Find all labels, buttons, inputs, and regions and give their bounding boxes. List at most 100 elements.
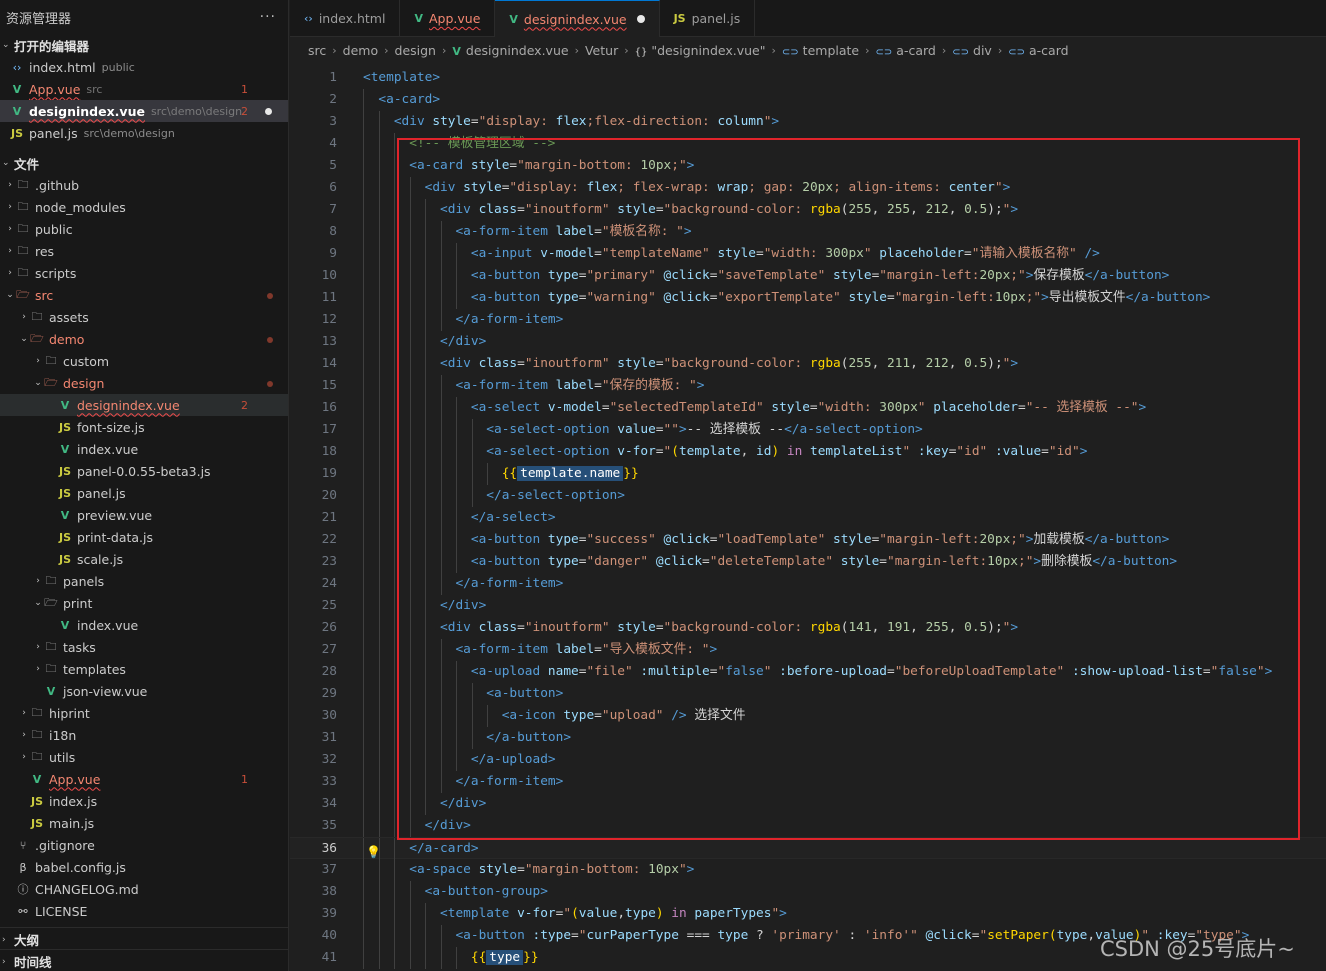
file-tree-item[interactable]: › 🗀 utils (0, 746, 288, 768)
code-line[interactable]: 12 </a-form-item> (290, 309, 1326, 331)
code-line[interactable]: 28 <a-upload name="file" :multiple="fals… (290, 661, 1326, 683)
breadcrumb-item[interactable]: design (395, 43, 436, 58)
code-line[interactable]: 35 </div> (290, 815, 1326, 837)
file-tree-item[interactable]: ⓘ CHANGELOG.md (0, 878, 288, 900)
code-line[interactable]: 11 <a-button type="warning" @click="expo… (290, 287, 1326, 309)
code-line[interactable]: 30 <a-icon type="upload" /> 选择文件 (290, 705, 1326, 727)
file-tree-item[interactable]: › 🗀 node_modules (0, 196, 288, 218)
code-line[interactable]: 1 <template> (290, 67, 1326, 89)
file-tree-item[interactable]: › 🗀 tasks (0, 636, 288, 658)
file-tree-item[interactable]: Vjson-view.vue (0, 680, 288, 702)
code-line[interactable]: 33 </a-form-item> (290, 771, 1326, 793)
code-line[interactable]: 13 </div> (290, 331, 1326, 353)
file-tree-item[interactable]: V App.vue 1 (0, 768, 288, 790)
code-line[interactable]: 6 <div style="display: flex; flex-wrap: … (290, 177, 1326, 199)
file-tree-item[interactable]: ⌄ 🗁 print (0, 592, 288, 614)
code-line[interactable]: 25 </div> (290, 595, 1326, 617)
code-line[interactable]: 24 </a-form-item> (290, 573, 1326, 595)
code-line[interactable]: 27 <a-form-item label="导入模板文件: "> (290, 639, 1326, 661)
file-tree-item[interactable]: Vpreview.vue (0, 504, 288, 526)
file-tree-item[interactable]: JS print-data.js (0, 526, 288, 548)
file-tree-item[interactable]: β babel.config.js (0, 856, 288, 878)
file-tree-item[interactable]: › 🗀 .github (0, 174, 288, 196)
file-tree-item[interactable]: › 🗀 custom (0, 350, 288, 372)
breadcrumb-item[interactable]: {} "designindex.vue" (635, 43, 766, 58)
code-line[interactable]: 9 <a-input v-model="templateName" style=… (290, 243, 1326, 265)
code-line[interactable]: 14 <div class="inoutform" style="backgro… (290, 353, 1326, 375)
open-editors-section[interactable]: ⌄ 打开的编辑器 (0, 34, 288, 56)
editor-tab[interactable]: ‹› index.html (290, 0, 401, 37)
code-line[interactable]: 18 <a-select-option v-for="(template, id… (290, 441, 1326, 463)
breadcrumb-item[interactable]: Vdesignindex.vue (452, 43, 568, 58)
file-tree-item[interactable]: › 🗀 assets (0, 306, 288, 328)
file-tree-item[interactable]: JS main.js (0, 812, 288, 834)
open-editor-item[interactable]: Vdesignindex.vue src\demo\design 2 (0, 100, 288, 122)
code-editor[interactable]: 1 <template> 2 <a-card> 3 <div style="displ… (290, 67, 1326, 971)
breadcrumb-item[interactable]: src (308, 43, 326, 58)
code-token: <a-button (470, 532, 548, 547)
file-tree-item[interactable]: ⌄ 🗁 demo (0, 328, 288, 350)
code-line[interactable]: 5 <a-card style="margin-bottom: 10px;"> (290, 155, 1326, 177)
breadcrumb-item[interactable]: demo (343, 43, 378, 58)
editor-tab[interactable]: JS panel.js (660, 0, 756, 37)
file-tree-item[interactable]: Vdesignindex.vue 2 (0, 394, 288, 416)
code-line[interactable]: 31 </a-button> (290, 727, 1326, 749)
file-tree-item[interactable]: › 🗀 res (0, 240, 288, 262)
breadcrumb-item[interactable]: Vetur (585, 43, 618, 58)
open-editor-item[interactable]: ‹› index.html public (0, 56, 288, 78)
file-tree-item[interactable]: › 🗀 public (0, 218, 288, 240)
editor-tab[interactable]: V App.vue (400, 0, 496, 37)
code-line[interactable]: 19 {{template.name}} (290, 463, 1326, 485)
file-tree-item[interactable]: ⌄ 🗁 src (0, 284, 288, 306)
code-line[interactable]: 34 </div> (290, 793, 1326, 815)
code-line[interactable]: 38 <a-button-group> (290, 881, 1326, 903)
open-editor-item[interactable]: JS panel.js src\demo\design (0, 122, 288, 144)
file-tree-item[interactable]: › 🗀 hiprint (0, 702, 288, 724)
file-tree-item[interactable]: ⌄ 🗁 design (0, 372, 288, 394)
file-tree-item[interactable]: JS font-size.js (0, 416, 288, 438)
code-line[interactable]: 26 <div class="inoutform" style="backgro… (290, 617, 1326, 639)
file-tree-item[interactable]: Vindex.vue (0, 614, 288, 636)
file-tree-item[interactable]: JS index.js (0, 790, 288, 812)
code-line[interactable]: 20 </a-select-option> (290, 485, 1326, 507)
code-line[interactable]: 22 <a-button type="success" @click="load… (290, 529, 1326, 551)
code-line[interactable]: 2 <a-card> (290, 89, 1326, 111)
file-tree-item[interactable]: ⑂ .gitignore (0, 834, 288, 856)
code-line[interactable]: 7 <div class="inoutform" style="backgrou… (290, 199, 1326, 221)
breadcrumb-item[interactable]: ⊂⊃ a-card (876, 43, 936, 58)
file-tree-item[interactable]: ⚯ LICENSE (0, 900, 288, 922)
file-tree-item[interactable]: JS panel-0.0.55-beta3.js (0, 460, 288, 482)
open-editor-item[interactable]: V App.vue src 1 (0, 78, 288, 100)
code-line[interactable]: 3 <div style="display: flex;flex-directi… (290, 111, 1326, 133)
code-line[interactable]: 37 <a-space style="margin-bottom: 10px"> (290, 859, 1326, 881)
file-tree-item[interactable]: › 🗀 panels (0, 570, 288, 592)
file-tree-item[interactable]: Vindex.vue (0, 438, 288, 460)
file-tree-item[interactable]: › 🗀 templates (0, 658, 288, 680)
file-tree-item[interactable]: JS panel.js (0, 482, 288, 504)
code-line[interactable]: 32 </a-upload> (290, 749, 1326, 771)
breadcrumb-item[interactable]: ⊂⊃ div (952, 43, 992, 58)
more-actions-icon[interactable]: ··· (260, 9, 276, 25)
file-tree-item[interactable]: JS scale.js (0, 548, 288, 570)
code-token: "inoutform" (524, 620, 618, 635)
code-line[interactable]: 16 <a-select v-model="selectedTemplateId… (290, 397, 1326, 419)
code-line[interactable]: 21 </a-select> (290, 507, 1326, 529)
code-line[interactable]: 29 <a-button> (290, 683, 1326, 705)
code-line[interactable]: 4 <!-- 模板管理区域 --> (290, 133, 1326, 155)
timeline-section[interactable]: › 时间线 (0, 949, 288, 971)
code-line[interactable]: 39 <template v-for="(value,type) in pape… (290, 903, 1326, 925)
code-line[interactable]: 17 <a-select-option value="">-- 选择模板 --<… (290, 419, 1326, 441)
outline-section[interactable]: › 大纲 (0, 927, 288, 951)
file-tree-item[interactable]: › 🗀 i18n (0, 724, 288, 746)
files-section[interactable]: ⌄ 文件 (0, 152, 288, 174)
code-line[interactable]: 8 <a-form-item label="模板名称: "> (290, 221, 1326, 243)
code-line[interactable]: 36 💡 </a-card> (290, 837, 1326, 860)
breadcrumb-item[interactable]: ⊂⊃ template (782, 43, 859, 58)
file-tree-label: scripts (35, 265, 77, 281)
file-tree-item[interactable]: › 🗀 scripts (0, 262, 288, 284)
editor-tab[interactable]: Vdesignindex.vue (495, 0, 660, 37)
code-line[interactable]: 23 <a-button type="danger" @click="delet… (290, 551, 1326, 573)
code-line[interactable]: 10 <a-button type="primary" @click="save… (290, 265, 1326, 287)
code-line[interactable]: 15 <a-form-item label="保存的模板: "> (290, 375, 1326, 397)
breadcrumb-item[interactable]: ⊂⊃ a-card (1008, 43, 1068, 58)
